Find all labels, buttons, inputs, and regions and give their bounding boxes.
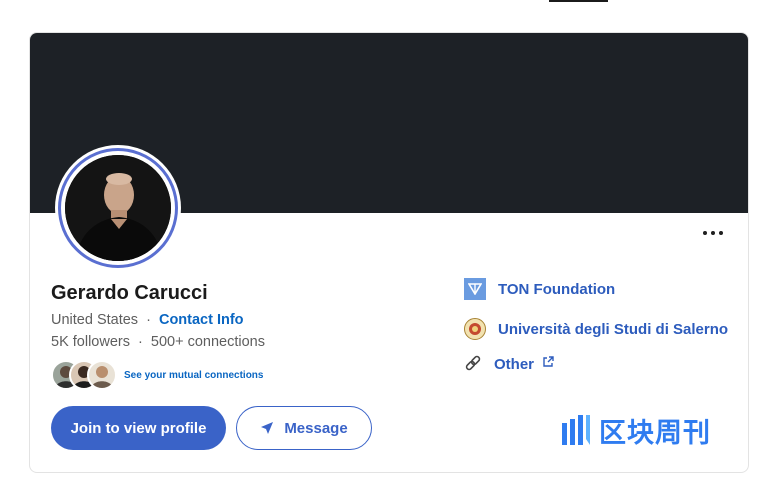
link-icon	[465, 355, 481, 371]
watermark: 区块周刊	[561, 411, 711, 450]
profile-avatar[interactable]	[55, 145, 181, 271]
message-label: Message	[284, 419, 348, 437]
more-options-button[interactable]	[700, 222, 726, 244]
mutual-avatar	[87, 360, 117, 390]
top-bar-fragment	[549, 0, 608, 2]
followers-count: 5K followers	[51, 334, 130, 350]
university-seal-icon	[464, 318, 486, 340]
network-stats: 5K followers · 500+ connections	[51, 334, 265, 350]
experience-item-ton[interactable]: TON Foundation	[464, 278, 615, 300]
experience-label: Università degli Studi di Salerno	[498, 320, 729, 338]
experience-label: Other	[494, 355, 535, 373]
join-to-view-profile-button[interactable]: Join to view profile	[51, 406, 226, 450]
separator: ·	[146, 312, 151, 328]
ton-logo-icon	[464, 278, 486, 300]
connections-count: 500+ connections	[150, 334, 265, 350]
experience-item-other[interactable]: Other	[464, 355, 554, 373]
external-link-icon	[543, 356, 554, 367]
more-icon	[703, 231, 707, 235]
separator: ·	[138, 334, 143, 350]
message-button[interactable]: Message	[236, 406, 372, 450]
location-line: United States · Contact Info	[51, 312, 244, 328]
mutual-connections-link[interactable]: See your mutual connections	[124, 370, 263, 381]
avatar-photo	[65, 155, 171, 261]
contact-info-link[interactable]: Contact Info	[159, 312, 244, 328]
profile-name: Gerardo Carucci	[51, 282, 208, 304]
more-icon-dot	[719, 231, 723, 235]
watermark-text: 区块周刊	[599, 418, 711, 448]
avatar-ring	[58, 148, 178, 268]
experience-label: TON Foundation	[498, 280, 616, 298]
watermark-logo-icon	[562, 414, 590, 445]
location-text: United States	[51, 312, 139, 328]
more-icon-dot	[711, 231, 715, 235]
send-icon	[261, 422, 274, 434]
experience-item-university[interactable]: Università degli Studi di Salerno	[464, 318, 728, 340]
